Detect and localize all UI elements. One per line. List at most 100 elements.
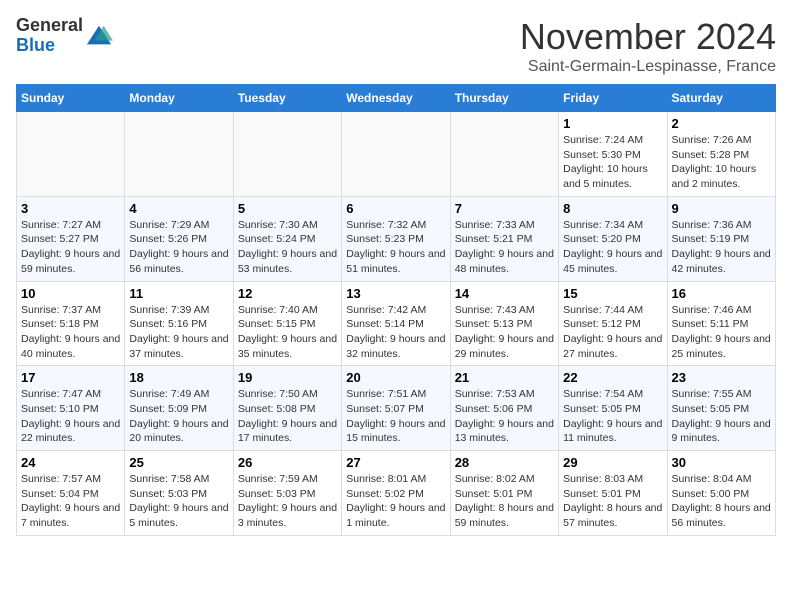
day-detail: Sunrise: 7:53 AM Sunset: 5:06 PM Dayligh… xyxy=(455,388,554,444)
calendar-cell: 28 Sunrise: 8:02 AM Sunset: 5:01 PM Dayli… xyxy=(450,451,558,536)
calendar-cell: 17 Sunrise: 7:47 AM Sunset: 5:10 PM Dayli… xyxy=(17,366,125,451)
calendar-cell: 5 Sunrise: 7:30 AM Sunset: 5:24 PM Daylig… xyxy=(233,196,341,281)
day-detail: Sunrise: 8:01 AM Sunset: 5:02 PM Dayligh… xyxy=(346,473,445,529)
day-detail: Sunrise: 7:51 AM Sunset: 5:07 PM Dayligh… xyxy=(346,388,445,444)
day-number: 17 xyxy=(21,370,120,385)
col-header-sunday: Sunday xyxy=(17,85,125,112)
calendar-cell: 8 Sunrise: 7:34 AM Sunset: 5:20 PM Daylig… xyxy=(559,196,667,281)
month-title: November 2024 xyxy=(520,16,776,58)
calendar-cell: 12 Sunrise: 7:40 AM Sunset: 5:15 PM Dayli… xyxy=(233,281,341,366)
day-number: 24 xyxy=(21,455,120,470)
day-number: 20 xyxy=(346,370,445,385)
day-number: 6 xyxy=(346,201,445,216)
calendar-cell: 25 Sunrise: 7:58 AM Sunset: 5:03 PM Dayli… xyxy=(125,451,233,536)
day-number: 26 xyxy=(238,455,337,470)
day-number: 16 xyxy=(672,286,771,301)
logo: General Blue xyxy=(16,16,113,56)
day-detail: Sunrise: 7:36 AM Sunset: 5:19 PM Dayligh… xyxy=(672,219,771,275)
calendar-cell: 4 Sunrise: 7:29 AM Sunset: 5:26 PM Daylig… xyxy=(125,196,233,281)
day-detail: Sunrise: 7:39 AM Sunset: 5:16 PM Dayligh… xyxy=(129,304,228,360)
day-detail: Sunrise: 7:42 AM Sunset: 5:14 PM Dayligh… xyxy=(346,304,445,360)
day-detail: Sunrise: 7:54 AM Sunset: 5:05 PM Dayligh… xyxy=(563,388,662,444)
day-detail: Sunrise: 8:02 AM Sunset: 5:01 PM Dayligh… xyxy=(455,473,554,529)
day-detail: Sunrise: 7:37 AM Sunset: 5:18 PM Dayligh… xyxy=(21,304,120,360)
day-detail: Sunrise: 7:59 AM Sunset: 5:03 PM Dayligh… xyxy=(238,473,337,529)
day-number: 22 xyxy=(563,370,662,385)
logo-icon xyxy=(85,22,113,50)
day-number: 28 xyxy=(455,455,554,470)
calendar-cell: 14 Sunrise: 7:43 AM Sunset: 5:13 PM Dayli… xyxy=(450,281,558,366)
calendar-cell: 15 Sunrise: 7:44 AM Sunset: 5:12 PM Dayli… xyxy=(559,281,667,366)
calendar-cell: 16 Sunrise: 7:46 AM Sunset: 5:11 PM Dayli… xyxy=(667,281,775,366)
day-detail: Sunrise: 7:29 AM Sunset: 5:26 PM Dayligh… xyxy=(129,219,228,275)
day-number: 7 xyxy=(455,201,554,216)
day-detail: Sunrise: 7:57 AM Sunset: 5:04 PM Dayligh… xyxy=(21,473,120,529)
calendar-cell: 26 Sunrise: 7:59 AM Sunset: 5:03 PM Dayli… xyxy=(233,451,341,536)
day-number: 29 xyxy=(563,455,662,470)
day-detail: Sunrise: 7:34 AM Sunset: 5:20 PM Dayligh… xyxy=(563,219,662,275)
day-number: 21 xyxy=(455,370,554,385)
day-detail: Sunrise: 7:44 AM Sunset: 5:12 PM Dayligh… xyxy=(563,304,662,360)
day-number: 5 xyxy=(238,201,337,216)
calendar-cell: 2 Sunrise: 7:26 AM Sunset: 5:28 PM Daylig… xyxy=(667,112,775,197)
col-header-friday: Friday xyxy=(559,85,667,112)
day-detail: Sunrise: 7:24 AM Sunset: 5:30 PM Dayligh… xyxy=(563,134,648,190)
calendar-cell: 22 Sunrise: 7:54 AM Sunset: 5:05 PM Dayli… xyxy=(559,366,667,451)
day-detail: Sunrise: 7:58 AM Sunset: 5:03 PM Dayligh… xyxy=(129,473,228,529)
day-detail: Sunrise: 7:40 AM Sunset: 5:15 PM Dayligh… xyxy=(238,304,337,360)
day-number: 11 xyxy=(129,286,228,301)
day-number: 19 xyxy=(238,370,337,385)
col-header-wednesday: Wednesday xyxy=(342,85,450,112)
day-number: 23 xyxy=(672,370,771,385)
day-number: 14 xyxy=(455,286,554,301)
calendar-cell: 1 Sunrise: 7:24 AM Sunset: 5:30 PM Daylig… xyxy=(559,112,667,197)
calendar-cell: 11 Sunrise: 7:39 AM Sunset: 5:16 PM Dayli… xyxy=(125,281,233,366)
day-detail: Sunrise: 7:33 AM Sunset: 5:21 PM Dayligh… xyxy=(455,219,554,275)
day-detail: Sunrise: 8:04 AM Sunset: 5:00 PM Dayligh… xyxy=(672,473,771,529)
calendar-cell xyxy=(125,112,233,197)
day-detail: Sunrise: 7:27 AM Sunset: 5:27 PM Dayligh… xyxy=(21,219,120,275)
calendar-cell xyxy=(17,112,125,197)
day-number: 27 xyxy=(346,455,445,470)
calendar-cell: 21 Sunrise: 7:53 AM Sunset: 5:06 PM Dayli… xyxy=(450,366,558,451)
col-header-saturday: Saturday xyxy=(667,85,775,112)
day-detail: Sunrise: 7:47 AM Sunset: 5:10 PM Dayligh… xyxy=(21,388,120,444)
calendar-cell: 30Sunrise: 8:04 AM Sunset: 5:00 PM Dayli… xyxy=(667,451,775,536)
day-number: 8 xyxy=(563,201,662,216)
day-number: 25 xyxy=(129,455,228,470)
day-detail: Sunrise: 7:30 AM Sunset: 5:24 PM Dayligh… xyxy=(238,219,337,275)
calendar-cell: 23 Sunrise: 7:55 AM Sunset: 5:05 PM Dayli… xyxy=(667,366,775,451)
calendar-cell: 19 Sunrise: 7:50 AM Sunset: 5:08 PM Dayli… xyxy=(233,366,341,451)
day-number: 9 xyxy=(672,201,771,216)
day-detail: Sunrise: 7:50 AM Sunset: 5:08 PM Dayligh… xyxy=(238,388,337,444)
day-number: 13 xyxy=(346,286,445,301)
calendar-cell: 13 Sunrise: 7:42 AM Sunset: 5:14 PM Dayli… xyxy=(342,281,450,366)
day-number: 2 xyxy=(672,116,771,131)
day-detail: Sunrise: 7:26 AM Sunset: 5:28 PM Dayligh… xyxy=(672,134,757,190)
logo-general-text: General xyxy=(16,16,83,36)
day-detail: Sunrise: 7:49 AM Sunset: 5:09 PM Dayligh… xyxy=(129,388,228,444)
calendar-cell: 24 Sunrise: 7:57 AM Sunset: 5:04 PM Dayli… xyxy=(17,451,125,536)
day-detail: Sunrise: 7:43 AM Sunset: 5:13 PM Dayligh… xyxy=(455,304,554,360)
day-detail: Sunrise: 8:03 AM Sunset: 5:01 PM Dayligh… xyxy=(563,473,662,529)
calendar-cell xyxy=(342,112,450,197)
day-number: 15 xyxy=(563,286,662,301)
day-number: 12 xyxy=(238,286,337,301)
day-number: 1 xyxy=(563,116,662,131)
day-detail: Sunrise: 7:55 AM Sunset: 5:05 PM Dayligh… xyxy=(672,388,771,444)
calendar-cell: 10 Sunrise: 7:37 AM Sunset: 5:18 PM Dayli… xyxy=(17,281,125,366)
col-header-thursday: Thursday xyxy=(450,85,558,112)
day-detail: Sunrise: 7:46 AM Sunset: 5:11 PM Dayligh… xyxy=(672,304,771,360)
calendar-cell: 18 Sunrise: 7:49 AM Sunset: 5:09 PM Dayli… xyxy=(125,366,233,451)
calendar-cell xyxy=(450,112,558,197)
day-number: 10 xyxy=(21,286,120,301)
day-number: 18 xyxy=(129,370,228,385)
location-title: Saint-Germain-Lespinasse, France xyxy=(520,58,776,76)
day-number: 4 xyxy=(129,201,228,216)
calendar-cell: 20 Sunrise: 7:51 AM Sunset: 5:07 PM Dayli… xyxy=(342,366,450,451)
calendar-cell: 9 Sunrise: 7:36 AM Sunset: 5:19 PM Daylig… xyxy=(667,196,775,281)
calendar-table: SundayMondayTuesdayWednesdayThursdayFrid… xyxy=(16,84,776,536)
calendar-cell: 29 Sunrise: 8:03 AM Sunset: 5:01 PM Dayli… xyxy=(559,451,667,536)
calendar-cell: 3Sunrise: 7:27 AM Sunset: 5:27 PM Daylig… xyxy=(17,196,125,281)
calendar-cell: 27 Sunrise: 8:01 AM Sunset: 5:02 PM Dayli… xyxy=(342,451,450,536)
